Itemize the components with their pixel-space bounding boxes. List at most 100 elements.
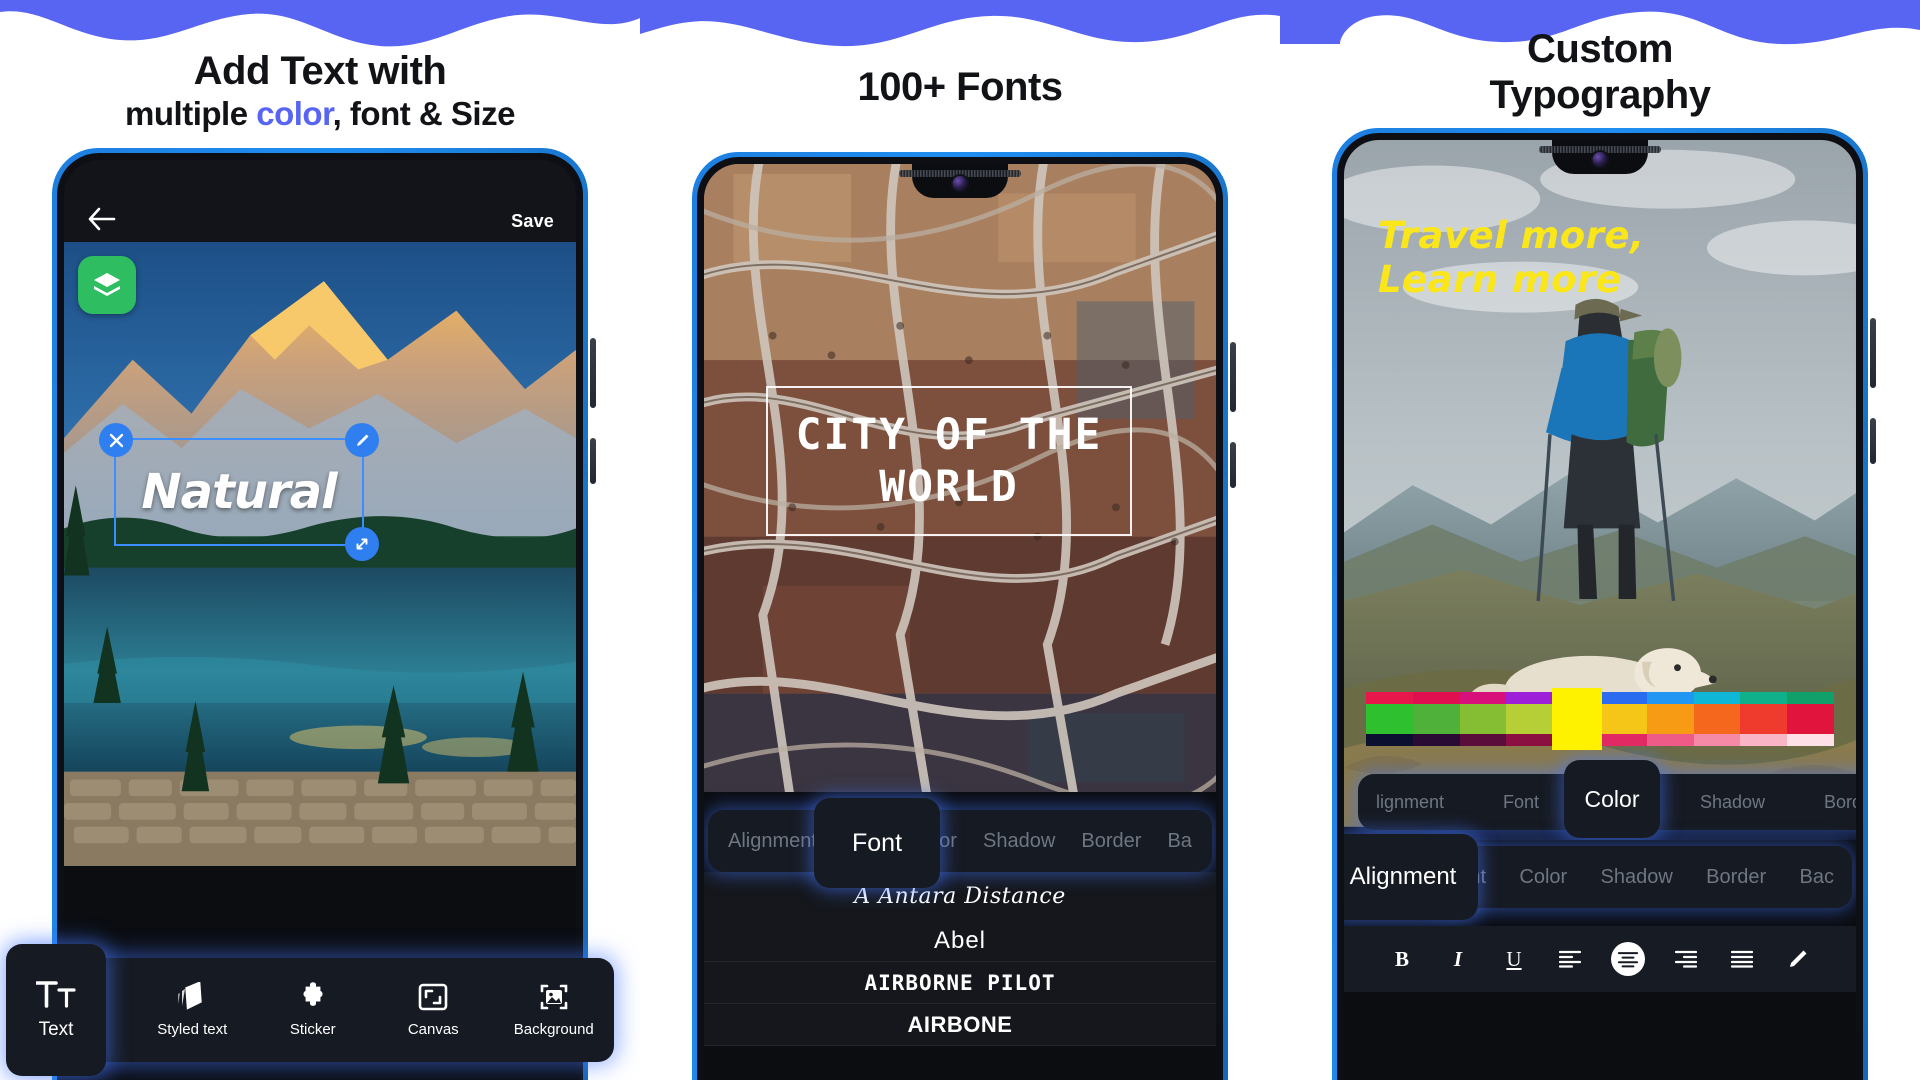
selected-color-swatch[interactable] [1552,688,1602,750]
color-palette[interactable] [1366,688,1834,750]
edit-pencil-button[interactable] [1783,944,1813,974]
editor-bottom-toolbar: Styled text Sticker Canvas Background [24,958,614,1062]
heading-line-2: Typography [1489,73,1711,117]
tool-label: Canvas [407,1021,459,1038]
tool-text-active[interactable]: Text [6,944,106,1076]
heading-text-accent: color [256,95,333,132]
editor-top-bar: Save [64,160,576,242]
tab-shadow[interactable]: Shadow [1700,792,1765,813]
tab-border[interactable]: Border [1824,792,1856,813]
phone-screen-2: CITY OF THE WORLD Alignment Font Color S… [704,164,1216,1080]
arrow-left-icon[interactable] [86,206,116,232]
volume-button [1230,342,1236,412]
canvas-text-line-1: CITY OF THE [795,410,1103,460]
styled-text-icon [178,982,202,1010]
puzzle-piece-icon [303,982,323,1006]
power-button [1230,442,1236,488]
panel-fonts: 100+ Fonts CITY OF THE WORLD Alignment S… [640,0,1280,1080]
save-button[interactable]: Save [511,211,554,232]
palette-row-main[interactable] [1366,688,1834,750]
heading-line-1: 100+ Fonts [857,65,1063,109]
canvas-text-line-1: Travel more, [1378,214,1645,257]
heading-text-post: , font & Size [332,95,516,132]
tool-sticker[interactable]: Sticker [253,982,374,1038]
volume-button [1870,318,1876,388]
font-list-item[interactable]: A Antara Distance [704,872,1216,920]
pencil-icon[interactable] [345,423,379,457]
tab-background[interactable]: Ba [1167,830,1191,853]
panel-add-text: Add Text with multiple color, font & Siz… [0,0,640,1080]
tab-background[interactable]: Bac [1800,866,1834,889]
tab-alignment-active[interactable]: Alignment [1344,834,1478,920]
align-left-icon [1559,950,1581,968]
text-object-selection[interactable]: Natural [99,423,379,561]
canvas-text-object[interactable]: Travel more, Learn more [1378,214,1645,302]
font-list-item[interactable]: Abel [704,920,1216,962]
phone-mockup-2: CITY OF THE WORLD Alignment Font Color S… [692,152,1236,1080]
font-list-item[interactable]: AIRBONE [704,1004,1216,1046]
font-name: AIRBONE [907,1011,1013,1037]
phone-mockup-3: Travel more, Learn more lignment Font Sh… [1332,128,1876,1080]
editor-canvas-1[interactable]: Natural [64,242,576,878]
font-list[interactable]: A Antara Distance Abel AIRBORNE PILOT AI… [704,872,1216,1046]
tool-canvas[interactable]: Canvas [373,982,494,1038]
tool-label: Styled text [157,1021,228,1038]
power-button [590,438,596,484]
heading-line-1: Custom [1527,27,1673,71]
power-button [1870,418,1876,464]
text-style-tabs-row-2: Font Color Shadow Border Bac [1428,846,1852,908]
bold-button[interactable]: B [1387,944,1417,974]
tab-color[interactable]: Color [1519,866,1567,889]
tool-styled-text[interactable]: Styled text [132,982,253,1038]
phone-bezel-3: Travel more, Learn more lignment Font Sh… [1337,133,1863,1080]
canvas-crop-icon [418,983,448,1011]
align-center-button[interactable] [1611,942,1645,976]
resize-diagonal-icon[interactable] [345,527,379,561]
heading-line-1: Add Text with [193,49,447,93]
tab-shadow[interactable]: Shadow [1601,866,1673,889]
align-justify-button[interactable] [1727,944,1757,974]
text-object-frame[interactable]: CITY OF THE WORLD [766,386,1132,536]
tool-label: Background [513,1021,594,1038]
text-style-tabs: Alignment Font Color Shadow Border Ba [708,810,1212,872]
tab-border[interactable]: Border [1706,866,1766,889]
editor-canvas-2[interactable]: CITY OF THE WORLD [704,164,1216,804]
canvas-text-line-2: Learn more [1378,258,1622,301]
font-name: AIRBORNE PILOT [864,970,1056,995]
tab-alignment[interactable]: Alignment [728,830,817,853]
phone-bezel-2: CITY OF THE WORLD Alignment Font Color S… [697,157,1223,1080]
font-name: Abel [933,926,987,954]
panel-typography: Custom Typography Travel more, Learn mor… [1280,0,1920,1080]
tab-alignment[interactable]: lignment [1376,792,1444,813]
tab-font[interactable]: Font [1503,792,1539,813]
heading-text-pre: multiple [125,95,257,132]
image-frame-icon [540,984,568,1010]
tab-color-active[interactable]: Color [1564,760,1660,838]
text-style-tabs-row-2-wrap: Font Color Shadow Border Bac Alignment [1344,834,1856,920]
italic-button[interactable]: I [1443,944,1473,974]
align-justify-icon [1731,950,1753,968]
tool-background[interactable]: Background [494,982,615,1038]
panel-2-heading: 100+ Fonts [640,64,1280,110]
tab-border[interactable]: Border [1081,830,1141,853]
text-style-tabs-row-1-wrap: lignment Font Color Shadow Border Color [1358,760,1856,838]
editor-bottom-toolbar-wrap: Text Styled text Sticker Canvas Backgrou… [0,930,640,1080]
tool-label: Sticker [289,1021,336,1038]
layers-button[interactable] [78,256,136,314]
panel-1-heading: Add Text with multiple color, font & Siz… [0,48,640,134]
align-center-icon [1618,951,1638,967]
text-object-value: Natural [141,464,337,520]
close-icon[interactable] [99,423,133,457]
font-list-item[interactable]: AIRBORNE PILOT [704,962,1216,1004]
mountain-lake-photo [64,242,576,866]
align-right-button[interactable] [1671,944,1701,974]
canvas-text-line-2: WORLD [879,462,1019,512]
editor-canvas-3[interactable]: Travel more, Learn more lignment Font Sh… [1344,140,1856,840]
font-panel: Alignment Font Color Shadow Border Ba Fo… [704,798,1216,1046]
tab-shadow[interactable]: Shadow [983,830,1055,853]
pencil-icon [1790,950,1807,967]
align-right-icon [1675,950,1697,968]
underline-button[interactable]: U [1499,944,1529,974]
align-left-button[interactable] [1555,944,1585,974]
tab-font-active[interactable]: Font [814,798,940,888]
